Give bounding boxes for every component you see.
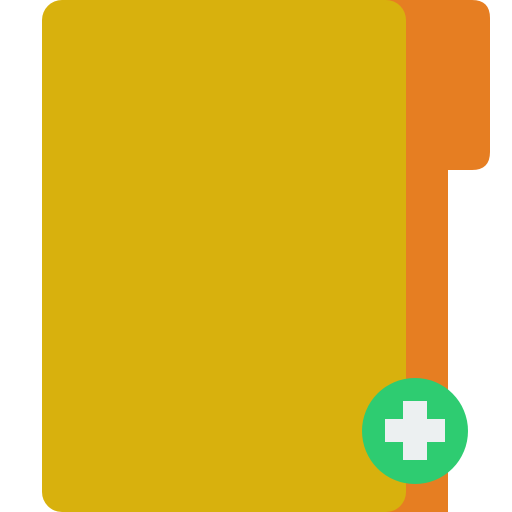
new-folder-icon <box>0 0 512 512</box>
folder-front-icon <box>42 0 406 512</box>
new-folder-icon-graphic <box>42 0 490 512</box>
